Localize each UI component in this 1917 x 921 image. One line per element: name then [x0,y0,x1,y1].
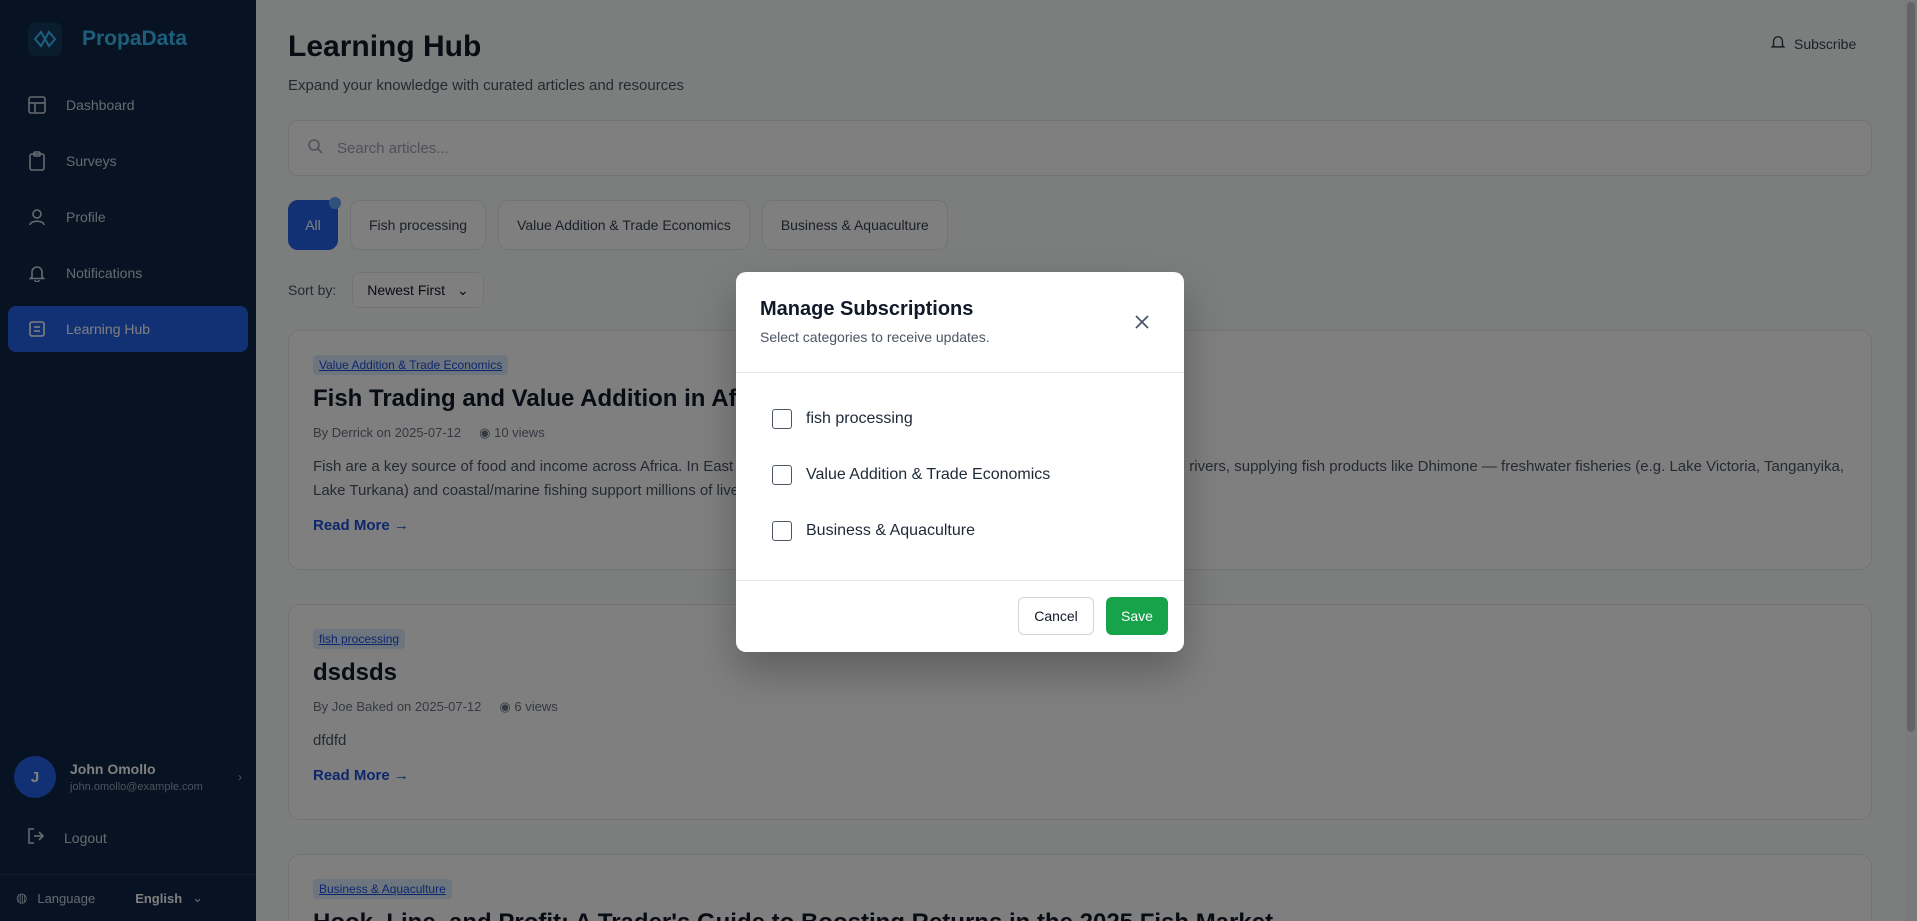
subscription-option-value-addition[interactable]: Value Addition & Trade Economics [772,465,1050,485]
modal-subtitle: Select categories to receive updates. [760,329,990,345]
option-label: Business & Aquaculture [806,522,975,539]
modal-body: fish processing Value Addition & Trade E… [736,373,1184,581]
close-button[interactable] [1130,310,1154,334]
checkbox[interactable] [772,521,792,541]
checkbox[interactable] [772,409,792,429]
option-label: Value Addition & Trade Economics [806,466,1051,483]
modal-header: Manage Subscriptions Select categories t… [736,272,1184,373]
cancel-button[interactable]: Cancel [1018,597,1094,635]
modal-footer: Cancel Save [736,581,1184,652]
modal-title: Manage Subscriptions [760,298,974,320]
option-label: fish processing [806,410,913,427]
save-button[interactable]: Save [1106,597,1168,635]
subscription-option-business-aquaculture[interactable]: Business & Aquaculture [772,521,975,541]
close-icon [1135,315,1149,329]
checkbox[interactable] [772,465,792,485]
subscription-option-fish-processing[interactable]: fish processing [772,409,913,429]
manage-subscriptions-dialog: Manage Subscriptions Select categories t… [736,272,1184,652]
